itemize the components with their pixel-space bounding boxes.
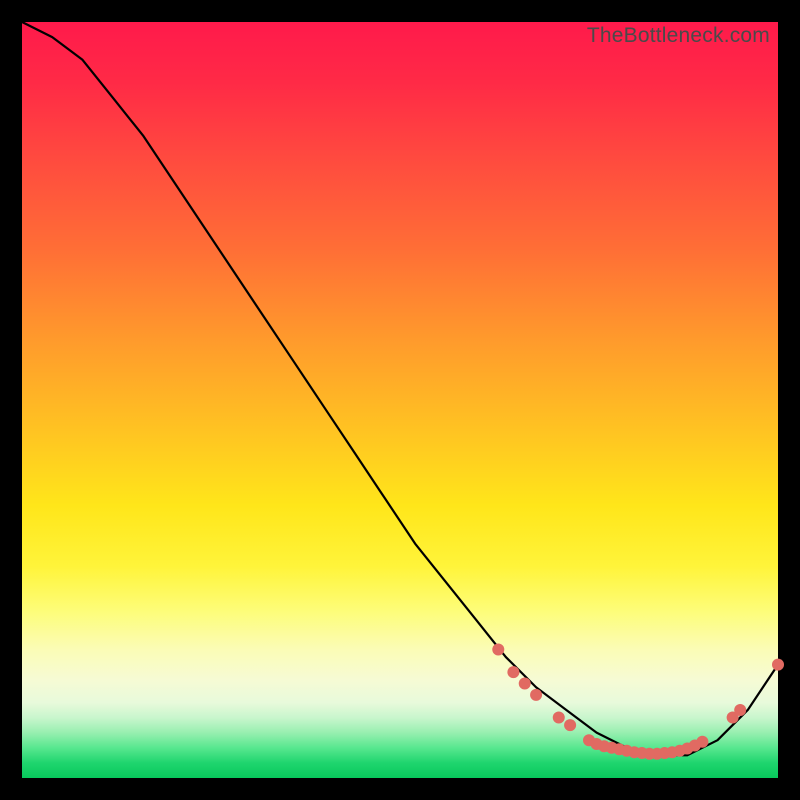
markers-layer [492, 643, 784, 759]
marker-dot [492, 643, 504, 655]
marker-dot [530, 689, 542, 701]
curve-path [22, 22, 778, 755]
plot-area: TheBottleneck.com [22, 22, 778, 778]
chart-frame: TheBottleneck.com [0, 0, 800, 800]
marker-dot [519, 678, 531, 690]
marker-dot [772, 659, 784, 671]
marker-dot [734, 704, 746, 716]
chart-svg [22, 22, 778, 778]
marker-dot [564, 719, 576, 731]
marker-dot [696, 736, 708, 748]
curve-layer [22, 22, 778, 755]
marker-dot [553, 712, 565, 724]
marker-dot [507, 666, 519, 678]
